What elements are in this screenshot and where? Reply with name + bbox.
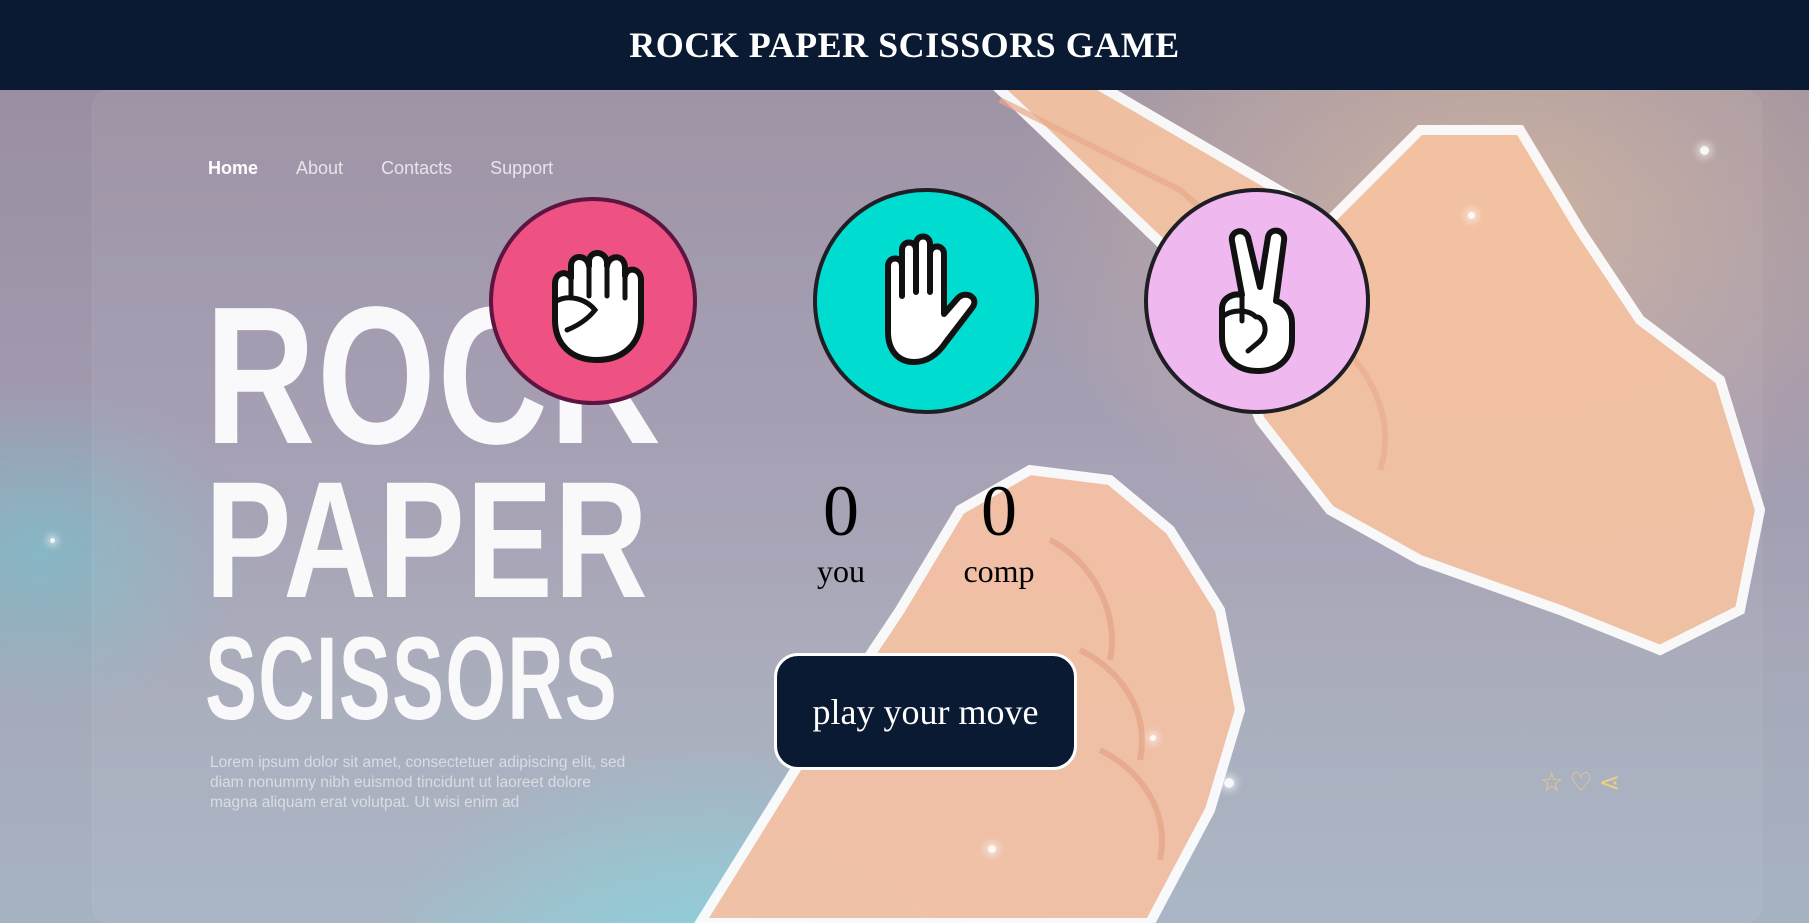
sparkle [988,845,996,853]
sparkle [1700,146,1709,155]
computer-score: 0 comp [944,475,1054,589]
share-icon: ⋖ [1598,768,1621,798]
open-hand-icon [885,233,978,365]
background-headline-scissors: SCISSORS [205,613,619,745]
rock-choice-button[interactable] [489,197,697,405]
game-header: ROCK PAPER SCISSORS GAME [0,0,1809,90]
game-message: play your move [774,653,1077,770]
victory-hand-icon [1219,227,1295,374]
user-score: 0 you [794,475,888,589]
fist-icon [552,250,644,363]
paper-choice-button[interactable] [813,188,1039,414]
star-icon: ☆ [1540,768,1564,798]
computer-score-label: comp [963,553,1035,589]
background-lorem-text: Lorem ipsum dolor sit amet, consectetuer… [210,754,626,811]
background-headline-paper: PAPER [205,448,650,633]
sparkle [1468,212,1475,219]
computer-score-value: 0 [981,471,1017,551]
sparkle [1150,735,1156,741]
game-title: ROCK PAPER SCISSORS GAME [629,25,1180,65]
sparkle [1224,778,1234,788]
sparkle [50,538,55,543]
user-score-label: you [817,553,865,589]
scissors-choice-button[interactable] [1144,188,1370,414]
background-icons: ☆ ♡ ⋖ [1540,768,1620,798]
heart-icon: ♡ [1569,768,1593,798]
user-score-value: 0 [823,471,859,551]
